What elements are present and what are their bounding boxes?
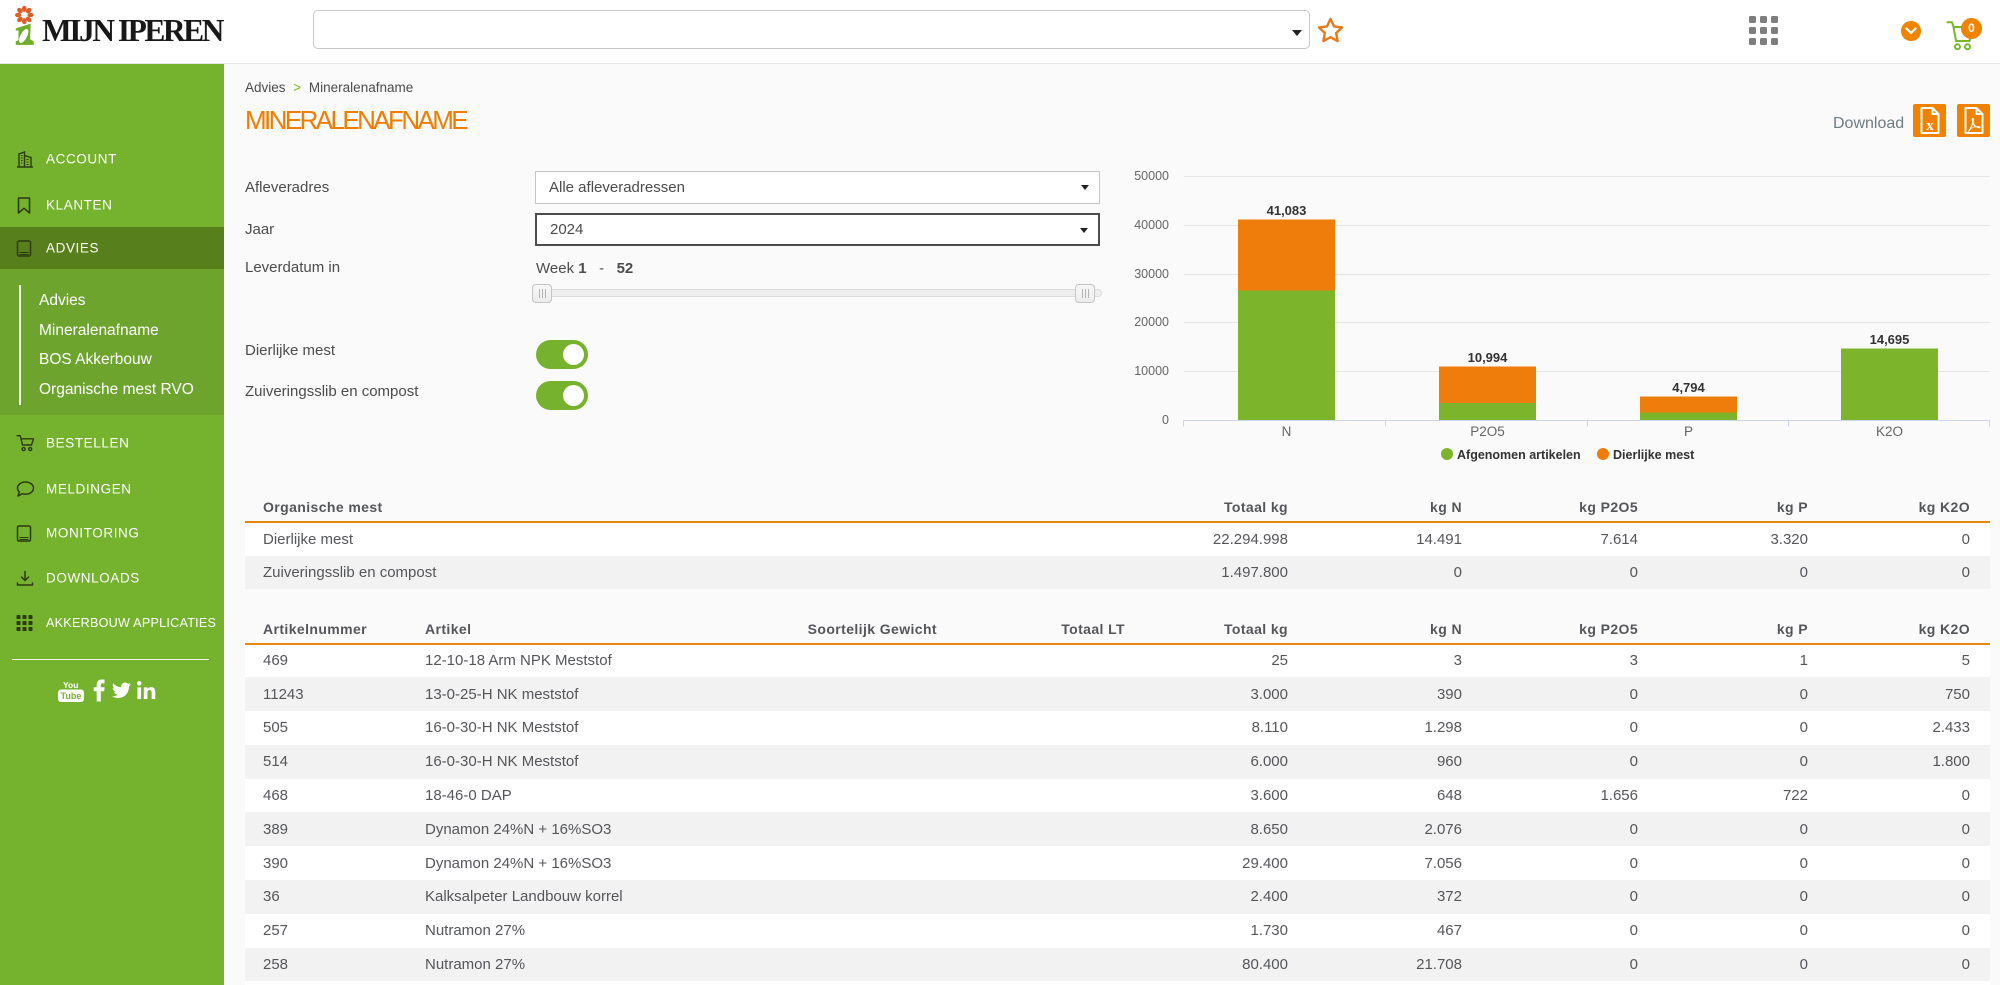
svg-text:20000: 20000 bbox=[1134, 315, 1169, 329]
svg-text:40000: 40000 bbox=[1134, 218, 1169, 232]
svg-text:10,994: 10,994 bbox=[1468, 350, 1509, 365]
svg-text:10000: 10000 bbox=[1134, 364, 1169, 378]
svg-text:30000: 30000 bbox=[1134, 267, 1169, 281]
svg-text:K2O: K2O bbox=[1876, 424, 1903, 439]
svg-text:4,794: 4,794 bbox=[1672, 380, 1705, 395]
svg-text:41,083: 41,083 bbox=[1267, 203, 1307, 218]
svg-text:Afgenomen artikelen: Afgenomen artikelen bbox=[1457, 448, 1581, 462]
svg-text:14,695: 14,695 bbox=[1870, 332, 1910, 347]
svg-text:P: P bbox=[1684, 424, 1693, 439]
svg-text:P2O5: P2O5 bbox=[1470, 424, 1505, 439]
svg-text:Tube: Tube bbox=[61, 691, 82, 701]
svg-text:50000: 50000 bbox=[1134, 169, 1169, 183]
svg-text:0: 0 bbox=[1162, 413, 1169, 427]
svg-text:N: N bbox=[1282, 424, 1292, 439]
svg-text:x: x bbox=[1926, 118, 1934, 134]
svg-text:You: You bbox=[63, 680, 78, 690]
svg-text:Dierlijke mest: Dierlijke mest bbox=[1613, 448, 1695, 462]
